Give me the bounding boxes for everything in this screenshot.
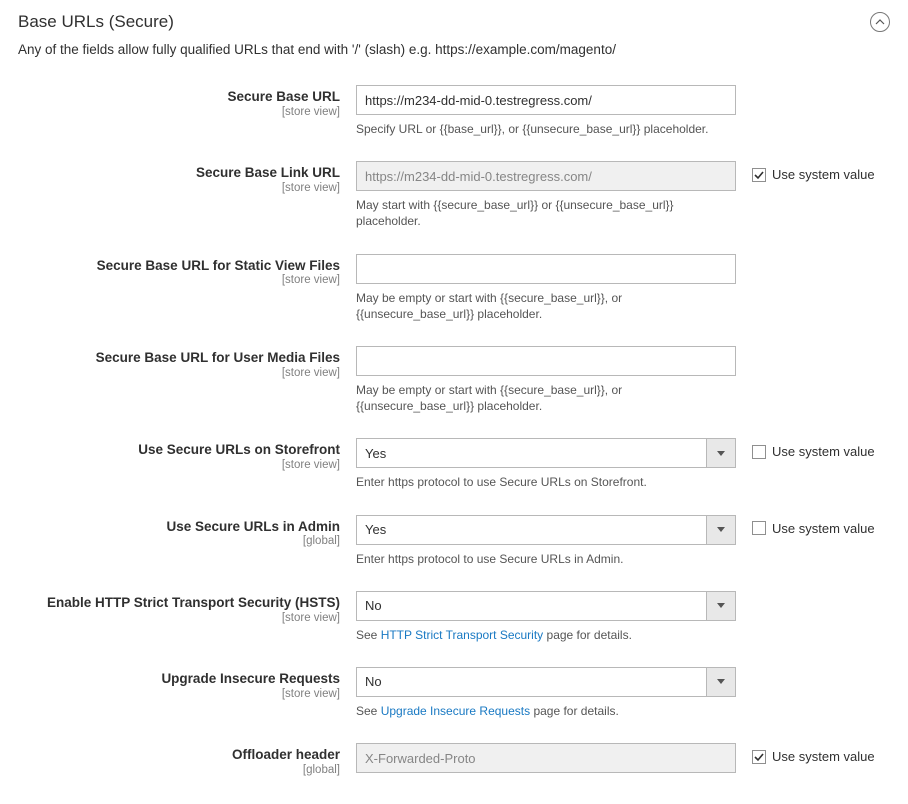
- use-secure-admin-select[interactable]: Yes: [356, 515, 736, 545]
- field-label: Secure Base URL: [18, 89, 340, 106]
- field-scope: [global]: [18, 535, 340, 547]
- field-offloader-header: Offloader header [global] Use system val…: [18, 743, 890, 776]
- field-label: Enable HTTP Strict Transport Security (H…: [18, 595, 340, 612]
- field-helper: May start with {{secure_base_url}} or {{…: [356, 197, 736, 229]
- field-label: Offloader header: [18, 747, 340, 764]
- field-scope: [store view]: [18, 688, 340, 700]
- field-helper: See HTTP Strict Transport Security page …: [356, 627, 736, 643]
- secure-base-url-input[interactable]: [356, 85, 736, 115]
- field-scope: [global]: [18, 764, 340, 776]
- use-system-value-label: Use system value: [772, 521, 875, 536]
- field-scope: [store view]: [18, 106, 340, 118]
- field-label: Upgrade Insecure Requests: [18, 671, 340, 688]
- field-label: Secure Base Link URL: [18, 165, 340, 182]
- helper-prefix: See: [356, 704, 381, 718]
- field-secure-base-link-url: Secure Base Link URL [store view] May st…: [18, 161, 890, 229]
- hsts-info-link[interactable]: HTTP Strict Transport Security: [381, 628, 544, 642]
- field-helper: See Upgrade Insecure Requests page for d…: [356, 703, 736, 719]
- use-system-value-label: Use system value: [772, 444, 875, 459]
- field-helper: Enter https protocol to use Secure URLs …: [356, 551, 736, 567]
- field-scope: [store view]: [18, 367, 340, 379]
- section-title: Base URLs (Secure): [18, 12, 174, 32]
- use-system-value-checkbox[interactable]: [752, 750, 766, 764]
- checkmark-icon: [754, 170, 764, 180]
- secure-media-url-input[interactable]: [356, 346, 736, 376]
- field-scope: [store view]: [18, 274, 340, 286]
- offloader-header-input: [356, 743, 736, 773]
- use-system-value-checkbox[interactable]: [752, 168, 766, 182]
- use-system-value-label: Use system value: [772, 749, 875, 764]
- use-system-value-checkbox[interactable]: [752, 445, 766, 459]
- field-upgrade-insecure: Upgrade Insecure Requests [store view] N…: [18, 667, 890, 719]
- checkmark-icon: [754, 752, 764, 762]
- field-label: Use Secure URLs on Storefront: [18, 442, 340, 459]
- helper-suffix: page for details.: [543, 628, 632, 642]
- field-secure-media-url: Secure Base URL for User Media Files [st…: [18, 346, 890, 414]
- collapse-toggle-button[interactable]: [870, 12, 890, 32]
- field-helper: May be empty or start with {{secure_base…: [356, 382, 736, 414]
- field-helper: Enter https protocol to use Secure URLs …: [356, 474, 736, 490]
- use-system-value-label: Use system value: [772, 167, 875, 182]
- field-helper: May be empty or start with {{secure_base…: [356, 290, 736, 322]
- field-scope: [store view]: [18, 182, 340, 194]
- upgrade-insecure-info-link[interactable]: Upgrade Insecure Requests: [381, 704, 530, 718]
- field-use-secure-storefront: Use Secure URLs on Storefront [store vie…: [18, 438, 890, 490]
- use-system-value-checkbox[interactable]: [752, 521, 766, 535]
- helper-suffix: page for details.: [530, 704, 619, 718]
- secure-static-url-input[interactable]: [356, 254, 736, 284]
- field-helper: Specify URL or {{base_url}}, or {{unsecu…: [356, 121, 736, 137]
- secure-base-link-url-input: [356, 161, 736, 191]
- use-secure-storefront-select[interactable]: Yes: [356, 438, 736, 468]
- field-label: Secure Base URL for Static View Files: [18, 258, 340, 275]
- field-secure-base-url: Secure Base URL [store view] Specify URL…: [18, 85, 890, 137]
- field-label: Use Secure URLs in Admin: [18, 519, 340, 536]
- field-secure-static-url: Secure Base URL for Static View Files [s…: [18, 254, 890, 322]
- chevron-up-icon: [875, 19, 885, 25]
- field-hsts: Enable HTTP Strict Transport Security (H…: [18, 591, 890, 643]
- helper-prefix: See: [356, 628, 381, 642]
- field-use-secure-admin: Use Secure URLs in Admin [global] Yes En…: [18, 515, 890, 567]
- upgrade-insecure-select[interactable]: No: [356, 667, 736, 697]
- field-scope: [store view]: [18, 612, 340, 624]
- section-description: Any of the fields allow fully qualified …: [18, 42, 890, 57]
- section-header: Base URLs (Secure): [18, 12, 890, 32]
- field-label: Secure Base URL for User Media Files: [18, 350, 340, 367]
- hsts-select[interactable]: No: [356, 591, 736, 621]
- field-scope: [store view]: [18, 459, 340, 471]
